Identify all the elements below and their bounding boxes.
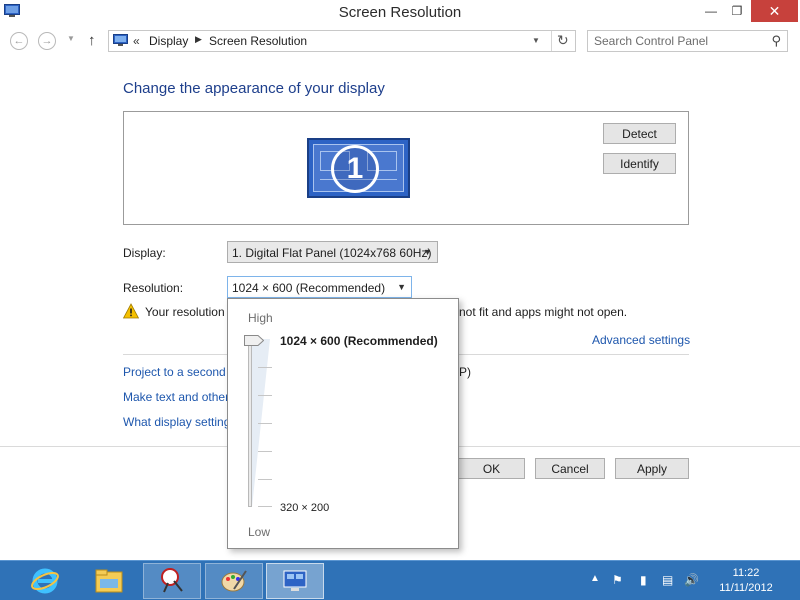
max-resolution-label[interactable]: 1024 × 600 (Recommended) bbox=[280, 334, 438, 348]
slider-tick bbox=[258, 451, 272, 452]
paint-icon[interactable] bbox=[205, 563, 263, 599]
breadcrumb-display[interactable]: Display bbox=[149, 34, 188, 48]
title-bar: Screen Resolution — ❐ ✕ bbox=[0, 0, 800, 26]
resolution-label: Resolution: bbox=[123, 281, 184, 295]
forward-button[interactable]: → bbox=[38, 32, 56, 50]
resolution-select[interactable]: 1024 × 600 (Recommended) ▼ bbox=[227, 276, 412, 298]
slider-tick bbox=[258, 423, 272, 424]
up-button[interactable]: ↑ bbox=[88, 32, 96, 49]
restore-button[interactable]: ❐ bbox=[726, 0, 748, 22]
file-explorer-icon[interactable] bbox=[80, 563, 138, 599]
control-panel-icon bbox=[113, 34, 128, 46]
monitor-number: 1 bbox=[331, 145, 379, 193]
search-box[interactable]: ⚲ bbox=[587, 30, 788, 52]
apply-button[interactable]: Apply bbox=[615, 458, 689, 479]
close-button[interactable]: ✕ bbox=[751, 0, 798, 22]
control-panel-icon[interactable] bbox=[266, 563, 324, 599]
slider-tick bbox=[258, 479, 272, 480]
taskbar-clock[interactable]: 11:22 11/11/2012 bbox=[712, 566, 780, 596]
cancel-button[interactable]: Cancel bbox=[535, 458, 605, 479]
address-prefix[interactable]: « bbox=[133, 34, 140, 48]
volume-icon[interactable]: 🔊 bbox=[684, 573, 699, 587]
network-icon[interactable]: ▤ bbox=[662, 573, 673, 587]
internet-explorer-icon[interactable] bbox=[16, 563, 74, 599]
slider-tick bbox=[258, 367, 272, 368]
breadcrumb-separator-icon[interactable]: ▶ bbox=[195, 34, 202, 45]
slider-ticks bbox=[258, 339, 272, 507]
show-hidden-icons-icon[interactable]: ▲ bbox=[590, 573, 600, 584]
monitor-1-icon[interactable]: 1 bbox=[307, 138, 410, 198]
address-divider bbox=[551, 31, 552, 51]
display-select-value: 1. Digital Flat Panel (1024x768 60Hz) bbox=[232, 246, 432, 260]
ok-button[interactable]: OK bbox=[458, 458, 525, 479]
clock-time: 11:22 bbox=[732, 567, 760, 579]
warning-text: Your resolution bbox=[145, 305, 225, 319]
warning-icon bbox=[123, 303, 139, 319]
chevron-down-icon: ▼ bbox=[423, 247, 432, 257]
text-size-link[interactable]: Make text and other bbox=[123, 390, 229, 404]
window-title: Screen Resolution bbox=[338, 4, 462, 21]
navigation-bar: ← → ▼ ↑ « Display ▶ Screen Resolution ▼ … bbox=[0, 26, 800, 56]
clock-date: 11/11/2012 bbox=[719, 582, 773, 594]
back-button[interactable]: ← bbox=[10, 32, 28, 50]
low-label: Low bbox=[248, 525, 271, 539]
project-link[interactable]: Project to a second bbox=[123, 365, 226, 379]
page-title: Change the appearance of your display bbox=[123, 80, 385, 97]
taskbar: ▲ ⚑ ▮ ▤ 🔊 11:22 11/11/2012 bbox=[0, 560, 800, 600]
recent-pages-chevron-icon[interactable]: ▼ bbox=[67, 34, 75, 43]
search-icon[interactable]: ⚲ bbox=[771, 33, 781, 49]
slider-tick bbox=[258, 506, 272, 507]
search-input[interactable] bbox=[594, 34, 764, 48]
warning-text-end: not fit and apps might not open. bbox=[459, 305, 628, 319]
resolution-select-value: 1024 × 600 (Recommended) bbox=[232, 281, 386, 295]
resolution-slider-popup: High 1024 × 600 (Recommended) 320 × 200 … bbox=[227, 298, 459, 549]
snipping-tool-icon[interactable] bbox=[143, 563, 201, 599]
chevron-down-icon: ▼ bbox=[397, 282, 406, 292]
minimize-button[interactable]: — bbox=[700, 0, 722, 22]
advanced-settings-link[interactable]: Advanced settings bbox=[592, 333, 690, 347]
high-label: High bbox=[248, 311, 273, 325]
min-resolution-label[interactable]: 320 × 200 bbox=[280, 502, 329, 514]
breadcrumb-screen-resolution[interactable]: Screen Resolution bbox=[209, 34, 307, 48]
battery-icon[interactable]: ▮ bbox=[640, 573, 647, 587]
action-center-flag-icon[interactable]: ⚑ bbox=[612, 573, 623, 587]
refresh-icon[interactable]: ↻ bbox=[557, 32, 569, 49]
display-label: Display: bbox=[123, 246, 166, 260]
slider-tick bbox=[258, 395, 272, 396]
project-link-suffix: P) bbox=[459, 365, 471, 379]
display-help-link[interactable]: What display setting bbox=[123, 415, 230, 429]
identify-button[interactable]: Identify bbox=[603, 153, 676, 174]
detect-button[interactable]: Detect bbox=[603, 123, 676, 144]
display-select[interactable]: 1. Digital Flat Panel (1024x768 60Hz) ▼ bbox=[227, 241, 438, 263]
address-bar[interactable]: « Display ▶ Screen Resolution ▼ ↻ bbox=[108, 30, 576, 52]
slider-thumb[interactable] bbox=[244, 335, 264, 346]
address-dropdown-icon[interactable]: ▼ bbox=[532, 36, 540, 45]
